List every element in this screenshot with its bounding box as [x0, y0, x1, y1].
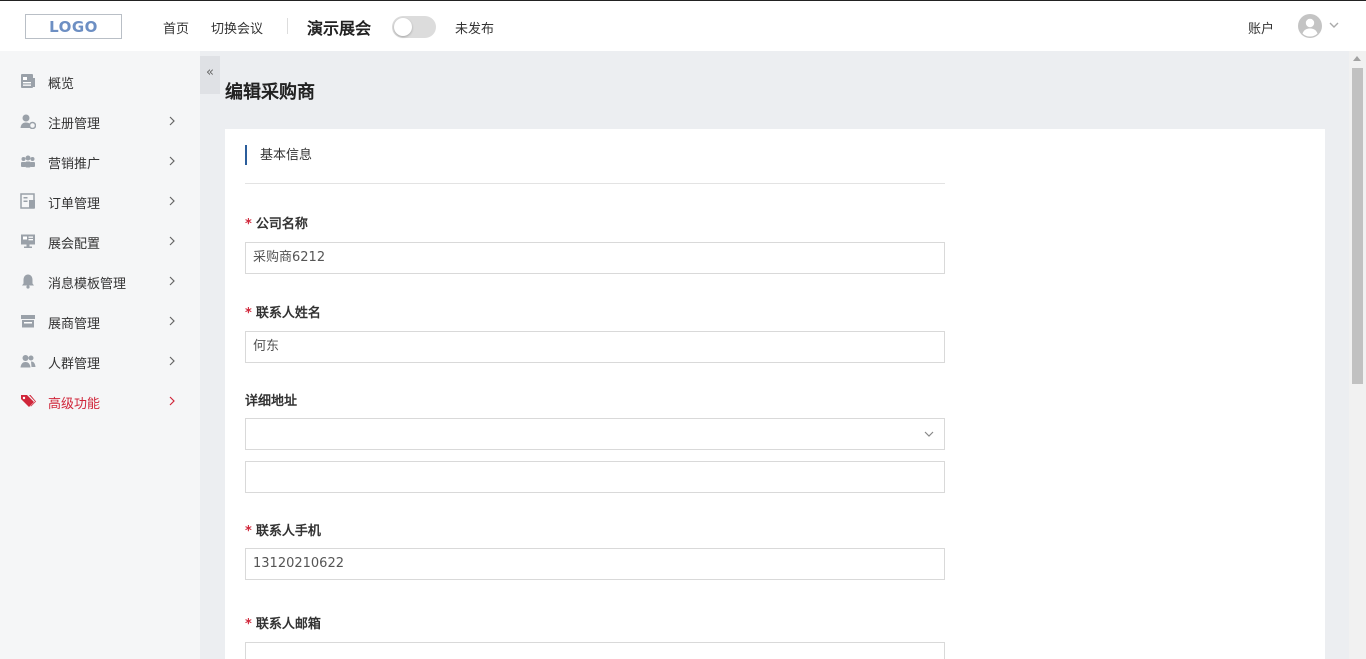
contact-name-label-text: 联系人姓名	[255, 306, 321, 321]
sidebar-item-advanced[interactable]: 高级功能	[0, 381, 200, 421]
address-label: 详细地址	[245, 390, 297, 409]
email-input[interactable]	[245, 642, 945, 659]
sidebar-item-label: 展商管理	[48, 317, 101, 332]
user-register-icon	[20, 114, 36, 129]
top-header: LOGO 首页 切换会议 演示展会 未发布 账户	[0, 0, 1366, 51]
chevron-right-icon	[169, 396, 175, 406]
scroll-up-arrow[interactable]	[1353, 56, 1361, 61]
chevron-right-icon	[169, 196, 175, 206]
required-mark: *	[245, 524, 252, 539]
chevron-right-icon	[169, 116, 175, 126]
event-name: 演示展会	[307, 19, 372, 38]
section-divider	[245, 183, 945, 184]
sidebar-item-label: 概览	[48, 77, 75, 92]
contact-name-label: * 联系人姓名	[245, 302, 321, 321]
page-title: 编辑采购商	[225, 82, 315, 103]
sidebar-item-label: 注册管理	[48, 117, 101, 132]
chevron-down-icon	[924, 431, 934, 437]
store-icon	[21, 315, 35, 328]
bell-icon	[22, 274, 34, 289]
mobile-label-text: 联系人手机	[255, 524, 321, 539]
sidebar-item-label: 营销推广	[48, 157, 101, 172]
nav-switch-meeting-link[interactable]: 切换会议	[211, 18, 263, 37]
sidebar-item-registration[interactable]: 注册管理	[0, 101, 200, 141]
publish-status: 未发布	[455, 22, 495, 37]
form-card: 基本信息 * 公司名称 采购商6212 * 联系人姓名 何东 详细地址 * 联系人手机…	[225, 129, 1325, 659]
section-title: 基本信息	[245, 145, 312, 165]
company-name-label: * 公司名称	[245, 213, 308, 232]
avatar-icon[interactable]	[1298, 14, 1322, 38]
sidebar-item-label: 消息模板管理	[48, 277, 127, 292]
sidebar-item-orders[interactable]: 订单管理	[0, 181, 200, 221]
header-divider	[287, 18, 288, 34]
sidebar-item-marketing[interactable]: 营销推广	[0, 141, 200, 181]
overview-icon	[21, 74, 35, 88]
email-label-text: 联系人邮箱	[255, 617, 321, 632]
chevron-right-icon	[169, 156, 175, 166]
mobile-label: * 联系人手机	[245, 520, 321, 539]
sidebar-item-overview[interactable]: 概览	[0, 61, 200, 101]
nav-home-link[interactable]: 首页	[163, 18, 189, 37]
chevron-right-icon	[169, 236, 175, 246]
mobile-input[interactable]: 13120210622	[245, 548, 945, 580]
sidebar-item-label: 展会配置	[48, 237, 101, 252]
sidebar-item-label: 人群管理	[48, 357, 101, 372]
sidebar-item-exhibitors[interactable]: 展商管理	[0, 301, 200, 341]
required-mark: *	[245, 617, 252, 632]
order-list-icon	[20, 193, 35, 209]
sidebar-item-label: 订单管理	[48, 197, 101, 212]
contact-name-input[interactable]: 何东	[245, 331, 945, 363]
crowd-icon	[20, 355, 36, 368]
toggle-knob	[394, 18, 412, 36]
sidebar-item-label: 高级功能	[48, 397, 101, 412]
chevron-down-icon[interactable]	[1328, 19, 1340, 31]
sidebar-item-crowd[interactable]: 人群管理	[0, 341, 200, 381]
required-mark: *	[245, 306, 252, 321]
tags-icon	[21, 395, 36, 407]
publish-toggle[interactable]	[392, 16, 436, 38]
chevron-right-icon	[169, 276, 175, 286]
company-name-label-text: 公司名称	[255, 217, 308, 232]
chevron-right-icon	[169, 316, 175, 326]
page-scrollbar[interactable]	[1349, 51, 1366, 659]
account-link[interactable]: 账户	[1248, 18, 1274, 37]
company-name-input[interactable]: 采购商6212	[245, 242, 945, 274]
required-mark: *	[245, 217, 252, 232]
chevron-right-icon	[169, 356, 175, 366]
email-label: * 联系人邮箱	[245, 613, 321, 632]
sidebar: 概览 注册管理 营销推广 订单管理 展会配置 消息模板管理 展商管理 人群管理 …	[0, 51, 200, 659]
sidebar-item-message-templates[interactable]: 消息模板管理	[0, 261, 200, 301]
address-region-select[interactable]	[245, 418, 945, 450]
sidebar-collapse-button[interactable]: «	[200, 56, 220, 94]
monitor-icon	[21, 234, 35, 248]
scrollbar-thumb[interactable]	[1352, 68, 1363, 384]
logo[interactable]: LOGO	[25, 14, 122, 39]
address-detail-input[interactable]	[245, 461, 945, 493]
main-content: « 编辑采购商 基本信息 * 公司名称 采购商6212 * 联系人姓名 何东 详细地…	[200, 51, 1349, 659]
address-label-text: 详细地址	[245, 394, 298, 409]
people-group-icon	[21, 155, 35, 168]
sidebar-item-event-config[interactable]: 展会配置	[0, 221, 200, 261]
